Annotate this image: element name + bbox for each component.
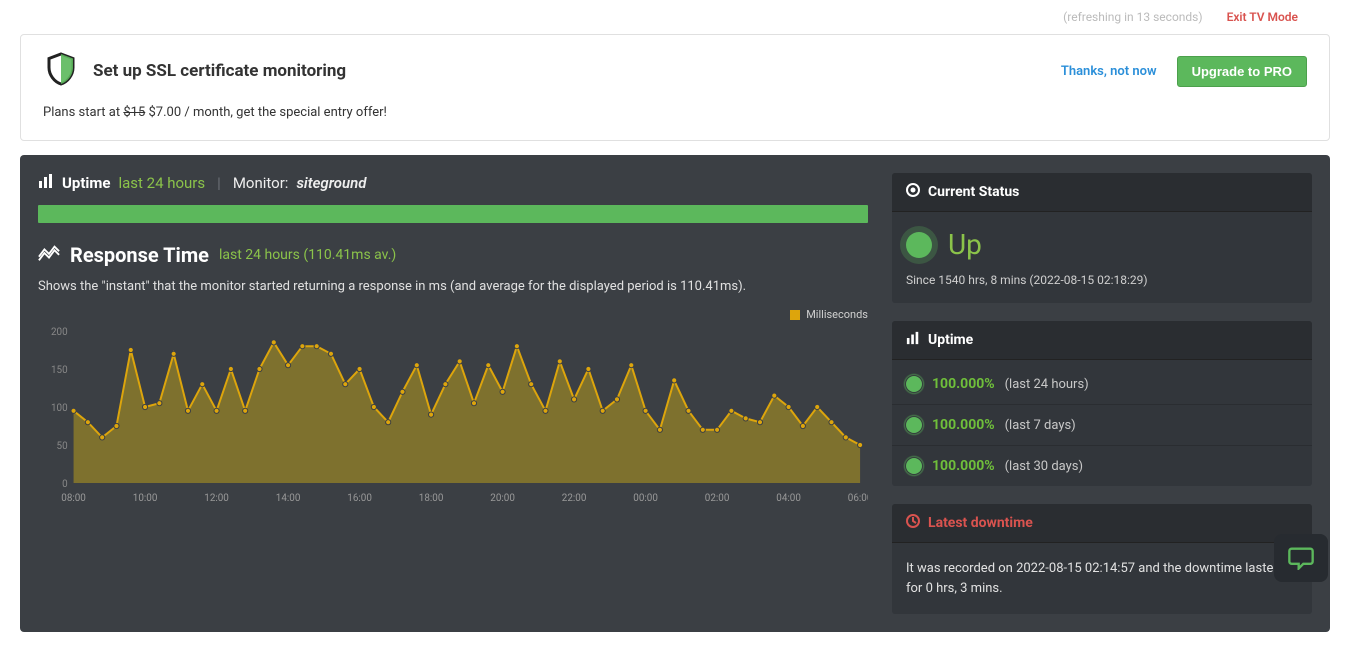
chat-widget-button[interactable]	[1274, 534, 1328, 582]
current-status-panel: Current Status Up Since 1540 hrs, 8 mins…	[892, 173, 1312, 303]
uptime-panel: Uptime 100.000% (last 24 hours) 100.000% (l…	[892, 321, 1312, 486]
svg-text:14:00: 14:00	[276, 493, 301, 504]
promo-banner: Set up SSL certificate monitoring Thanks…	[20, 34, 1330, 141]
uptime-row: 100.000% (last 30 days)	[892, 446, 1312, 486]
svg-text:200: 200	[51, 327, 68, 338]
line-chart-icon	[38, 243, 60, 267]
downtime-panel: Latest downtime It was recorded on 2022-…	[892, 504, 1312, 614]
monitor-name: siteground	[296, 174, 366, 192]
downtime-text: It was recorded on 2022-08-15 02:14:57 a…	[906, 559, 1298, 598]
status-since: Since 1540 hrs, 8 mins (2022-08-15 02:18…	[906, 273, 1298, 287]
current-status-title: Current Status	[928, 184, 1019, 200]
refresh-countdown: (refreshing in 13 seconds)	[1063, 10, 1202, 24]
uptime-period: (last 24 hours)	[1005, 377, 1089, 392]
response-time-sub: last 24 hours (110.41ms av.)	[219, 247, 396, 263]
svg-text:100: 100	[51, 403, 68, 414]
monitor-label: Monitor:	[233, 174, 289, 192]
svg-text:16:00: 16:00	[347, 493, 372, 504]
svg-text:04:00: 04:00	[776, 493, 801, 504]
legend-label: Milliseconds	[806, 308, 868, 321]
response-time-desc: Shows the "instant" that the monitor sta…	[38, 279, 868, 294]
promo-new-price: $7.00 / month	[145, 105, 230, 120]
svg-text:150: 150	[51, 365, 68, 376]
status-text: Up	[948, 228, 982, 261]
status-indicator-icon	[906, 232, 932, 258]
certificate-icon	[906, 417, 922, 433]
svg-text:08:00: 08:00	[61, 493, 86, 504]
divider: |	[217, 174, 221, 192]
uptime-period: (last 30 days)	[1005, 459, 1083, 474]
uptime-range: last 24 hours	[118, 174, 205, 192]
certificate-icon	[906, 376, 922, 392]
legend-swatch	[790, 310, 800, 320]
uptime-pct: 100.000%	[932, 417, 995, 433]
uptime-pct: 100.000%	[932, 376, 995, 392]
uptime-panel-title: Uptime	[928, 332, 973, 348]
uptime-bar	[38, 205, 868, 223]
certificate-icon	[906, 458, 922, 474]
shield-icon	[43, 51, 79, 91]
promo-old-price: $15	[123, 105, 145, 120]
svg-text:20:00: 20:00	[490, 493, 515, 504]
clock-icon	[906, 514, 920, 532]
svg-text:22:00: 22:00	[562, 493, 587, 504]
response-time-title: Response Time	[70, 243, 209, 267]
svg-text:50: 50	[57, 441, 69, 452]
promo-sub-prefix: Plans start at	[43, 105, 123, 120]
promo-subtext: Plans start at $15 $7.00 / month, get th…	[43, 105, 1307, 120]
bar-chart-icon	[38, 173, 54, 193]
svg-text:12:00: 12:00	[204, 493, 229, 504]
promo-sub-suffix: , get the special entry offer!	[230, 105, 386, 120]
uptime-pct: 100.000%	[932, 458, 995, 474]
response-time-chart[interactable]: 0 50 100 150 200 08:00 10:00 12:00 14:00 16:00 18:…	[38, 327, 868, 507]
uptime-row: 100.000% (last 7 days)	[892, 405, 1312, 446]
svg-text:00:00: 00:00	[633, 493, 658, 504]
svg-text:06:00: 06:00	[848, 493, 868, 504]
downtime-title: Latest downtime	[928, 515, 1033, 531]
uptime-row: 100.000% (last 24 hours)	[892, 364, 1312, 405]
promo-title: Set up SSL certificate monitoring	[93, 61, 346, 81]
exit-tv-mode-link[interactable]: Exit TV Mode	[1227, 10, 1298, 24]
svg-text:0: 0	[62, 479, 68, 490]
svg-text:02:00: 02:00	[705, 493, 730, 504]
upgrade-to-pro-button[interactable]: Upgrade to PRO	[1177, 56, 1307, 87]
bar-chart-icon	[906, 331, 920, 349]
svg-text:10:00: 10:00	[133, 493, 158, 504]
svg-text:18:00: 18:00	[419, 493, 444, 504]
uptime-period: (last 7 days)	[1005, 418, 1076, 433]
uptime-label: Uptime	[62, 174, 110, 192]
record-icon	[906, 183, 920, 201]
thanks-not-now-link[interactable]: Thanks, not now	[1061, 64, 1157, 79]
dashboard: Uptime last 24 hours | Monitor: sitegrou…	[20, 155, 1330, 632]
